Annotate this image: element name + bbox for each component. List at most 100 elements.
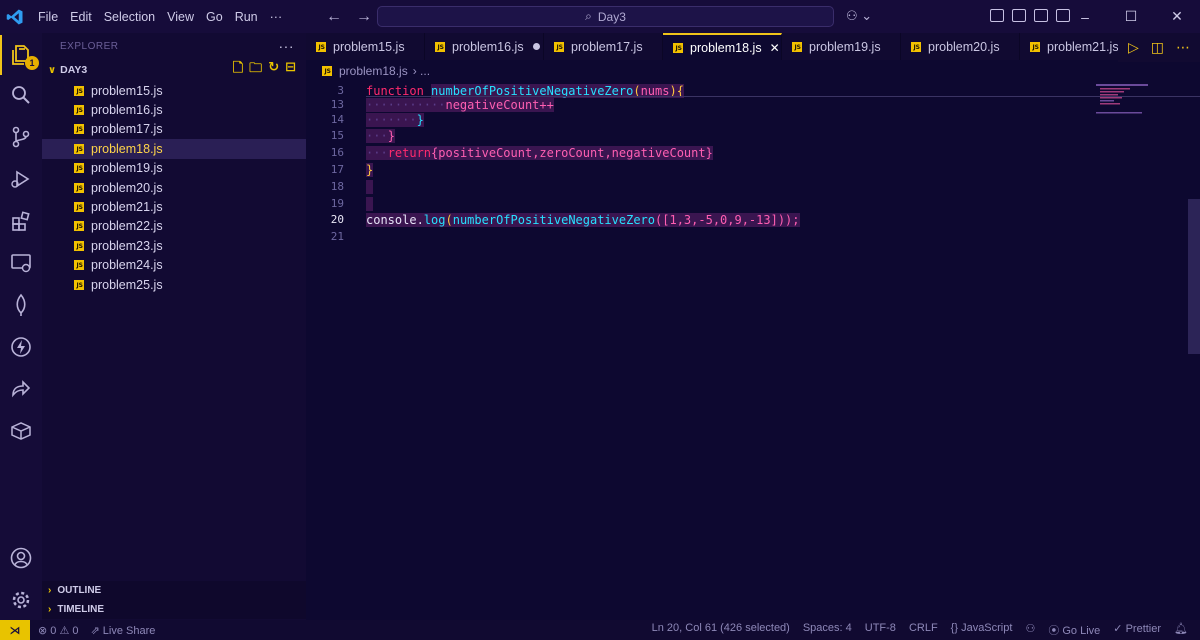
tab-problem20[interactable]: JS problem20.js bbox=[901, 33, 1020, 60]
thunder-client-icon[interactable] bbox=[0, 327, 42, 367]
js-file-icon: JS bbox=[316, 41, 326, 52]
minimize-button[interactable]: – bbox=[1062, 0, 1108, 33]
problems-status[interactable]: ⊗ 0 ⚠ 0 bbox=[38, 624, 78, 637]
tab-problem16[interactable]: JS problem16.js bbox=[425, 33, 544, 60]
copilot-status-icon[interactable]: ⚇ bbox=[1025, 622, 1035, 638]
menu-more[interactable]: ··· bbox=[264, 10, 289, 24]
timeline-panel-header[interactable]: › TIMELINE bbox=[42, 600, 306, 619]
toggle-sidebar-icon[interactable] bbox=[1012, 9, 1026, 22]
line-number: 21 bbox=[330, 230, 344, 243]
packages-icon[interactable] bbox=[0, 411, 42, 451]
file-item[interactable]: JS problem20.js bbox=[42, 178, 306, 197]
tab-label: problem16.js bbox=[452, 39, 524, 54]
menu-edit[interactable]: Edit bbox=[64, 10, 98, 24]
folder-day3[interactable]: ∨ DAY3 🗋 🗀 ↻ ⊟ bbox=[42, 59, 306, 81]
file-item-active[interactable]: JS problem18.js bbox=[42, 139, 306, 159]
search-activity-icon[interactable] bbox=[0, 75, 42, 115]
menu-bar: File Edit Selection View Go Run ··· bbox=[32, 10, 288, 24]
command-center-search[interactable]: ⌕ Day3 bbox=[377, 6, 834, 27]
go-live-status[interactable]: ⦿ Go Live bbox=[1048, 622, 1100, 638]
indentation-status[interactable]: Spaces: 4 bbox=[803, 622, 852, 638]
js-file-icon: JS bbox=[74, 260, 84, 271]
settings-gear-icon[interactable] bbox=[0, 580, 42, 620]
js-file-icon: JS bbox=[74, 85, 84, 96]
file-item[interactable]: JS problem21.js bbox=[42, 197, 306, 216]
close-tab-icon[interactable]: ✕ bbox=[770, 41, 780, 55]
code-token: } bbox=[366, 162, 374, 177]
tab-problem15[interactable]: JS problem15.js bbox=[306, 33, 425, 60]
folder-label: DAY3 bbox=[60, 64, 88, 76]
file-item[interactable]: JS problem23.js bbox=[42, 236, 306, 255]
code-token: } bbox=[416, 112, 424, 127]
js-file-icon: JS bbox=[74, 202, 84, 213]
prettier-status[interactable]: ✓ Prettier bbox=[1113, 622, 1161, 638]
maximize-button[interactable]: ☐ bbox=[1108, 0, 1154, 33]
tab-label: problem21.js bbox=[1047, 39, 1119, 54]
run-file-icon[interactable]: ▷ bbox=[1128, 39, 1139, 56]
layout-customize-icon[interactable] bbox=[990, 9, 1004, 22]
file-item[interactable]: JS problem17.js bbox=[42, 120, 306, 139]
close-window-button[interactable]: ✕ bbox=[1154, 0, 1200, 33]
remote-indicator-icon[interactable]: ⋊ bbox=[0, 620, 30, 640]
file-item[interactable]: JS problem25.js bbox=[42, 275, 306, 294]
encoding-status[interactable]: UTF-8 bbox=[865, 622, 896, 638]
timeline-label: TIMELINE bbox=[57, 604, 105, 615]
live-share-status[interactable]: ⇗ Live Share bbox=[90, 624, 155, 637]
code-token: console. bbox=[366, 212, 424, 227]
explorer-more-button[interactable]: ··· bbox=[279, 38, 295, 54]
run-debug-icon[interactable] bbox=[0, 159, 42, 199]
remote-explorer-icon[interactable] bbox=[0, 243, 42, 283]
line-number: 15 bbox=[330, 129, 344, 142]
outline-panel-header[interactable]: › OUTLINE bbox=[42, 581, 306, 600]
line-number: 20 bbox=[330, 213, 344, 226]
go-live-label: Go Live bbox=[1062, 625, 1101, 637]
collapse-all-icon[interactable]: ⊟ bbox=[285, 59, 296, 81]
extensions-icon[interactable] bbox=[0, 201, 42, 241]
source-control-icon[interactable] bbox=[0, 117, 42, 157]
unsaved-dot-icon bbox=[532, 43, 540, 50]
menu-go[interactable]: Go bbox=[200, 10, 229, 24]
menu-run[interactable]: Run bbox=[229, 10, 264, 24]
code-token: return bbox=[387, 145, 432, 160]
file-label: problem24.js bbox=[91, 258, 163, 273]
file-item[interactable]: JS problem19.js bbox=[42, 159, 306, 178]
file-item[interactable]: JS problem22.js bbox=[42, 217, 306, 236]
file-item[interactable]: JS problem15.js bbox=[42, 81, 306, 100]
more-actions-icon[interactable]: ⋯ bbox=[1176, 39, 1190, 56]
file-item[interactable]: JS problem24.js bbox=[42, 256, 306, 275]
cursor-position[interactable]: Ln 20, Col 61 (426 selected) bbox=[652, 622, 790, 638]
vscode-logo-icon bbox=[0, 0, 30, 33]
back-arrow-icon[interactable]: ← bbox=[326, 8, 342, 26]
menu-view[interactable]: View bbox=[161, 10, 200, 24]
toggle-panel-icon[interactable] bbox=[1034, 9, 1048, 22]
explorer-sidebar: EXPLORER ··· ∨ DAY3 🗋 🗀 ↻ ⊟ JS problem15.… bbox=[42, 33, 306, 620]
tab-problem19[interactable]: JS problem19.js bbox=[782, 33, 901, 60]
file-item[interactable]: JS problem16.js bbox=[42, 100, 306, 119]
editor-scrollbar[interactable] bbox=[1188, 199, 1200, 354]
account-icon[interactable] bbox=[0, 538, 42, 578]
new-file-icon[interactable]: 🗋 bbox=[233, 59, 243, 81]
forward-arrow-icon[interactable]: → bbox=[356, 8, 372, 26]
code-token: numberOfPositiveNegativeZero bbox=[452, 212, 656, 227]
split-editor-icon[interactable]: ◫ bbox=[1151, 39, 1164, 56]
notifications-bell-icon[interactable]: 🔔︎ bbox=[1174, 622, 1188, 638]
chevron-down-icon: ∨ bbox=[48, 64, 57, 76]
eol-status[interactable]: CRLF bbox=[909, 622, 938, 638]
breadcrumb-file[interactable]: problem18.js bbox=[339, 64, 408, 78]
mongodb-leaf-icon[interactable] bbox=[0, 285, 42, 325]
tab-problem18-active[interactable]: JS problem18.js ✕ bbox=[663, 33, 782, 60]
new-folder-icon[interactable]: 🗀 bbox=[249, 59, 262, 81]
explorer-icon[interactable]: 1 bbox=[0, 35, 42, 75]
tab-problem17[interactable]: JS problem17.js bbox=[544, 33, 663, 60]
menu-file[interactable]: File bbox=[32, 10, 64, 24]
live-share-icon[interactable] bbox=[0, 369, 42, 409]
code-editor[interactable]: 3 function numberOfPositiveNegativeZero(… bbox=[306, 82, 1200, 620]
copilot-icon[interactable]: ⚇ ⌄ bbox=[846, 8, 872, 24]
tab-label: problem15.js bbox=[333, 39, 405, 54]
menu-selection[interactable]: Selection bbox=[98, 10, 161, 24]
language-mode[interactable]: {} JavaScript bbox=[951, 622, 1013, 638]
minimap[interactable] bbox=[1094, 82, 1154, 122]
code-token: positiveCount,zeroCount,negativeCount bbox=[438, 145, 706, 160]
breadcrumb-rest[interactable]: › ... bbox=[413, 64, 430, 78]
refresh-icon[interactable]: ↻ bbox=[268, 59, 279, 81]
